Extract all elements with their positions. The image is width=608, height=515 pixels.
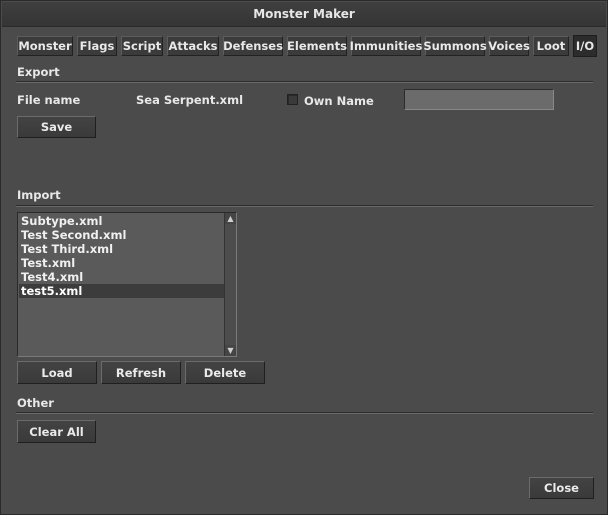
own-name-label[interactable]: Own Name [304, 94, 374, 108]
clear-all-button[interactable]: Clear All [17, 420, 96, 443]
list-item[interactable]: Test Second.xml [19, 228, 225, 242]
import-section-label: Import [17, 188, 61, 202]
list-scrollbar[interactable]: ▲ ▼ [224, 213, 236, 356]
refresh-button[interactable]: Refresh [101, 361, 181, 384]
title-bar[interactable]: Monster Maker [2, 2, 606, 27]
file-name-value: Sea Serpent.xml [136, 93, 244, 107]
tab-attacks[interactable]: Attacks [167, 36, 219, 56]
list-item-selected[interactable]: test5.xml [19, 284, 225, 298]
list-item[interactable]: Test.xml [19, 256, 225, 270]
tab-summons[interactable]: Summons [423, 36, 487, 56]
own-name-checkbox[interactable] [287, 94, 298, 105]
tab-defenses[interactable]: Defenses [223, 36, 283, 56]
export-divider [16, 81, 593, 83]
list-item[interactable]: Test Third.xml [19, 242, 225, 256]
tab-immunities[interactable]: Immunities [350, 36, 422, 56]
tab-voices[interactable]: Voices [488, 36, 530, 56]
window-title: Monster Maker [253, 7, 355, 21]
tab-io[interactable]: I/O [573, 35, 597, 57]
tab-script[interactable]: Script [121, 36, 163, 56]
own-name-input[interactable] [404, 89, 554, 110]
tab-monster[interactable]: Monster [17, 36, 73, 56]
delete-button[interactable]: Delete [185, 361, 265, 384]
tab-loot[interactable]: Loot [533, 36, 569, 56]
monster-maker-window: Monster Maker Monster Flags Script Attac… [0, 0, 608, 515]
import-file-list[interactable]: Subtype.xml Test Second.xml Test Third.x… [17, 212, 237, 357]
other-section-label: Other [17, 396, 54, 410]
file-name-label: File name [17, 93, 81, 107]
export-section-label: Export [17, 65, 60, 79]
other-divider [16, 412, 593, 414]
scroll-up-icon[interactable]: ▲ [225, 213, 236, 224]
tab-flags[interactable]: Flags [77, 36, 117, 56]
save-button[interactable]: Save [17, 116, 96, 138]
import-divider [16, 205, 593, 207]
list-item[interactable]: Test4.xml [19, 270, 225, 284]
scroll-down-icon[interactable]: ▼ [225, 345, 236, 356]
close-button[interactable]: Close [529, 477, 594, 499]
load-button[interactable]: Load [17, 361, 97, 384]
tab-elements[interactable]: Elements [287, 36, 347, 56]
list-item[interactable]: Subtype.xml [19, 214, 225, 228]
